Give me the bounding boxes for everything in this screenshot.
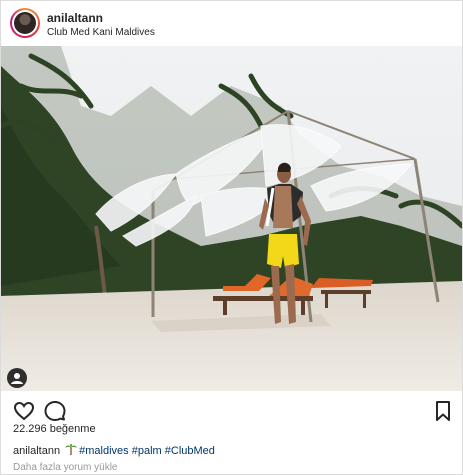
load-more-comments-link[interactable]: Daha fazla yorum yükle [13,462,118,473]
action-bar [1,391,462,427]
comment-icon[interactable] [43,399,67,423]
hashtag-link[interactable]: #ClubMed [165,445,215,457]
username-link[interactable]: anilaltann [47,11,103,25]
likes-count[interactable]: 22.296 beğenme [13,423,96,435]
bookmark-icon[interactable] [431,399,455,423]
avatar[interactable] [10,8,40,38]
instagram-post-card: anilaltann Club Med Kani Maldives 22.296… [0,0,463,475]
hashtag-link[interactable]: #palm [132,445,162,457]
post-header: anilaltann Club Med Kani Maldives [1,1,462,46]
palm-tree-icon [65,444,78,455]
post-photo[interactable] [1,46,462,391]
location-link[interactable]: Club Med Kani Maldives [47,27,155,38]
person-tag-icon[interactable] [7,368,27,388]
caption: anilaltann #maldives #palm #ClubMed [13,444,215,457]
heart-icon[interactable] [12,399,36,423]
hashtag-link[interactable]: #maldives [79,445,129,457]
caption-username[interactable]: anilaltann [13,445,60,457]
